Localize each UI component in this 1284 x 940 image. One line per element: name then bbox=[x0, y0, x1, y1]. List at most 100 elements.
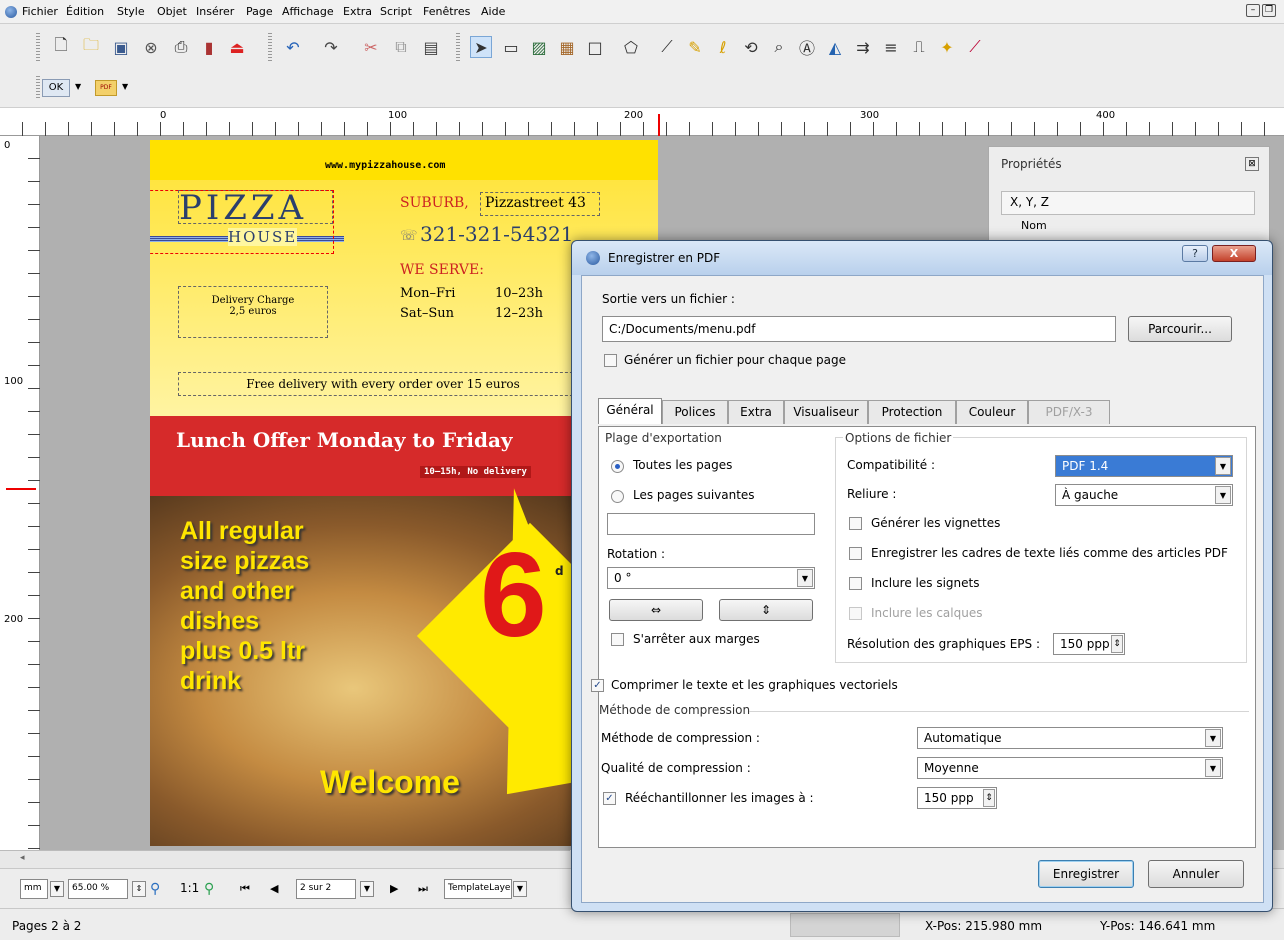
edit-content-icon[interactable]: ◭ bbox=[824, 36, 846, 58]
zoom-out-icon[interactable]: ⚲ bbox=[150, 881, 160, 897]
file-path-input[interactable]: C:/Documents/menu.pdf bbox=[602, 316, 1116, 342]
restore-icon[interactable]: ❐ bbox=[1262, 4, 1276, 17]
zoom-stepper-icon[interactable]: ⇕ bbox=[132, 881, 146, 897]
close-doc-icon[interactable]: ⊗ bbox=[140, 36, 162, 58]
zoom-ratio[interactable]: 1:1 bbox=[180, 881, 199, 895]
menu-page[interactable]: Page bbox=[246, 5, 273, 18]
welcome-text[interactable]: Welcome bbox=[320, 764, 460, 801]
layers-checkbox[interactable] bbox=[849, 607, 862, 620]
help-button[interactable]: ? bbox=[1182, 245, 1208, 262]
chevron-down-icon[interactable]: ▼ bbox=[1215, 457, 1231, 475]
flip-horizontal-button[interactable]: ⇔ bbox=[609, 599, 703, 621]
unlink-frames-icon[interactable]: ≡ bbox=[880, 36, 902, 58]
export-pdf-icon[interactable]: ⏏ bbox=[226, 36, 248, 58]
menu-fenetres[interactable]: Fenêtres bbox=[423, 5, 470, 18]
tab-protection[interactable]: Protection bbox=[868, 400, 956, 424]
page-select[interactable]: 2 sur 2 bbox=[296, 879, 356, 899]
horizontal-ruler[interactable]: 0 100 200 300 400 bbox=[0, 108, 1284, 136]
tab-couleur[interactable]: Couleur bbox=[956, 400, 1028, 424]
first-page-icon[interactable]: ⏮ bbox=[240, 882, 250, 896]
bezier-icon[interactable]: ✎ bbox=[684, 36, 706, 58]
xyz-section[interactable]: X, Y, Z bbox=[1001, 191, 1255, 215]
compress-quality-select[interactable]: Moyenne ▼ bbox=[917, 757, 1223, 779]
binding-select[interactable]: À gauche ▼ bbox=[1055, 484, 1233, 506]
previous-page-icon[interactable]: ◀ bbox=[270, 882, 278, 895]
rotation-select[interactable]: 0 ° ▼ bbox=[607, 567, 815, 589]
spinner-icon[interactable]: ⇕ bbox=[983, 789, 995, 807]
link-frames-icon[interactable]: ⇉ bbox=[852, 36, 874, 58]
vertical-ruler[interactable]: 0 100 200 bbox=[0, 136, 40, 850]
horizontal-scrollbar[interactable]: ◂ bbox=[0, 850, 570, 868]
panel-close-icon[interactable]: ⊠ bbox=[1245, 157, 1259, 171]
polygon-icon[interactable]: ⬠ bbox=[620, 36, 642, 58]
menu-objet[interactable]: Objet bbox=[157, 5, 187, 18]
thumbnails-checkbox[interactable] bbox=[849, 517, 862, 530]
freehand-icon[interactable]: ℓ bbox=[712, 36, 734, 58]
tab-visualiseur[interactable]: Visualiseur bbox=[784, 400, 868, 424]
all-pages-radio[interactable] bbox=[611, 460, 624, 473]
chevron-down-icon[interactable]: ▼ bbox=[122, 82, 128, 91]
select-pointer-icon[interactable]: ➤ bbox=[470, 36, 492, 58]
zoom-field[interactable]: 65.00 % bbox=[68, 879, 128, 899]
save-icon[interactable]: ▣ bbox=[110, 36, 132, 58]
eps-resolution-spinner[interactable]: 150 ppp ⇕ bbox=[1053, 633, 1125, 655]
menu-aide[interactable]: Aide bbox=[481, 5, 505, 18]
measure-icon[interactable]: ⎍ bbox=[908, 36, 930, 58]
save-linked-checkbox[interactable] bbox=[849, 547, 862, 560]
menu-script[interactable]: Script bbox=[380, 5, 412, 18]
per-page-checkbox[interactable] bbox=[604, 354, 617, 367]
cancel-button[interactable]: Annuler bbox=[1148, 860, 1244, 888]
dialog-titlebar[interactable]: Enregistrer en PDF ? X bbox=[572, 241, 1272, 275]
menu-style[interactable]: Style bbox=[117, 5, 145, 18]
save-button[interactable]: Enregistrer bbox=[1038, 860, 1134, 888]
new-document-icon[interactable]: 🗋 bbox=[50, 35, 72, 58]
close-button[interactable]: X bbox=[1212, 245, 1256, 262]
image-frame-icon[interactable]: ▨ bbox=[528, 36, 550, 58]
zoom-in-icon[interactable]: ⚲ bbox=[204, 881, 214, 897]
chevron-down-icon[interactable]: ▼ bbox=[75, 82, 81, 91]
stop-margins-checkbox[interactable] bbox=[611, 633, 624, 646]
promo-text[interactable]: All regular size pizzas and other dishes… bbox=[180, 516, 309, 696]
resample-checkbox[interactable]: ✓ bbox=[603, 792, 616, 805]
preflight-icon[interactable]: ▮ bbox=[198, 36, 220, 58]
unit-select[interactable]: mm bbox=[20, 879, 48, 899]
chevron-down-icon[interactable]: ▼ bbox=[513, 881, 527, 897]
compress-method-select[interactable]: Automatique ▼ bbox=[917, 727, 1223, 749]
chevron-down-icon[interactable]: ▼ bbox=[1215, 486, 1231, 504]
pdf-push-button[interactable]: OK bbox=[42, 79, 70, 97]
spinner-icon[interactable]: ⇕ bbox=[1111, 635, 1123, 653]
delivery-charge-box[interactable]: Delivery Charge 2,5 euros bbox=[178, 286, 328, 338]
menu-extra[interactable]: Extra bbox=[343, 5, 372, 18]
selection-frame[interactable] bbox=[150, 190, 334, 254]
pdf-annotation-button[interactable]: PDF bbox=[95, 80, 117, 96]
last-page-icon[interactable]: ⏭ bbox=[418, 882, 428, 896]
line-icon[interactable]: ⟋ bbox=[656, 36, 678, 58]
edit-text-icon[interactable]: Ⓐ bbox=[796, 36, 818, 58]
following-pages-radio[interactable] bbox=[611, 490, 624, 503]
menu-edition[interactable]: Édition bbox=[66, 5, 104, 18]
page-range-input[interactable] bbox=[607, 513, 815, 535]
chevron-down-icon[interactable]: ▼ bbox=[50, 881, 64, 897]
scroll-left-icon[interactable]: ◂ bbox=[20, 853, 25, 863]
copy-properties-icon[interactable]: ✦ bbox=[936, 36, 958, 58]
chevron-down-icon[interactable]: ▼ bbox=[797, 569, 813, 587]
tab-polices[interactable]: Polices bbox=[662, 400, 728, 424]
minimize-icon[interactable]: – bbox=[1246, 4, 1260, 17]
print-icon[interactable]: ⎙ bbox=[170, 36, 192, 58]
paste-icon[interactable]: ▤ bbox=[420, 36, 442, 58]
chevron-down-icon[interactable]: ▼ bbox=[1205, 729, 1221, 747]
text-frame-icon[interactable]: ▭ bbox=[500, 36, 522, 58]
chevron-down-icon[interactable]: ▼ bbox=[360, 881, 374, 897]
cut-icon[interactable]: ✂ bbox=[360, 36, 382, 58]
layer-select[interactable]: TemplateLaye bbox=[444, 879, 512, 899]
redo-icon[interactable]: ↷ bbox=[320, 36, 342, 58]
open-folder-icon[interactable]: 🗀 bbox=[80, 35, 102, 58]
undo-icon[interactable]: ↶ bbox=[282, 36, 304, 58]
flip-vertical-button[interactable]: ⇕ bbox=[719, 599, 813, 621]
address-street[interactable]: Pizzastreet 43 bbox=[480, 192, 600, 216]
rotate-icon[interactable]: ⟲ bbox=[740, 36, 762, 58]
zoom-icon[interactable]: ⌕ bbox=[768, 36, 790, 58]
copy-icon[interactable]: ⧉ bbox=[390, 36, 412, 58]
next-page-icon[interactable]: ▶ bbox=[390, 882, 398, 895]
compress-checkbox[interactable]: ✓ bbox=[591, 679, 604, 692]
